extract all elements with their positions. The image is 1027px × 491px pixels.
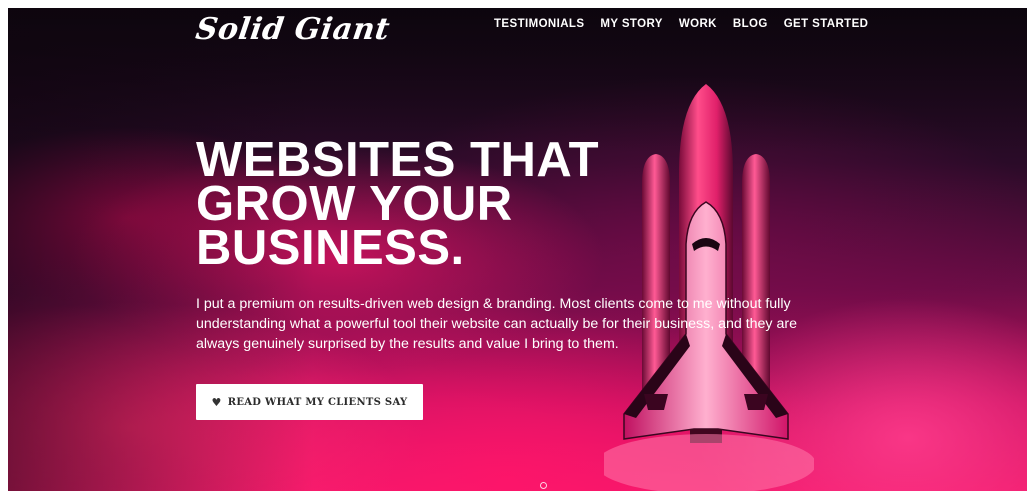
- space-shuttle-illustration: [604, 84, 814, 491]
- main-nav: TESTIMONIALS MY STORY WORK BLOG GET STAR…: [494, 18, 868, 30]
- headline-line-1: WEBSITES THAT: [196, 133, 600, 187]
- headline-line-2: GROW YOUR: [196, 177, 513, 231]
- nav-item-testimonials[interactable]: TESTIMONIALS: [494, 18, 584, 30]
- nav-item-my-story[interactable]: MY STORY: [600, 18, 662, 30]
- heart-icon: ♥: [211, 395, 222, 409]
- nav-item-get-started[interactable]: GET STARTED: [784, 18, 869, 30]
- hero-tagline: I put a premium on results-driven web de…: [196, 296, 797, 352]
- hero-headline: WEBSITES THAT GROW YOUR BUSINESS.: [196, 133, 600, 275]
- brand-logo[interactable]: Solid Giant: [194, 12, 392, 47]
- nav-item-blog[interactable]: BLOG: [733, 18, 768, 30]
- slider-dot-indicator[interactable]: [540, 482, 547, 489]
- cta-label: READ WHAT MY CLIENTS SAY: [227, 396, 408, 408]
- read-testimonials-button[interactable]: ♥ READ WHAT MY CLIENTS SAY: [196, 384, 423, 420]
- nav-item-work[interactable]: WORK: [679, 18, 717, 30]
- headline-line-3: BUSINESS.: [196, 221, 465, 275]
